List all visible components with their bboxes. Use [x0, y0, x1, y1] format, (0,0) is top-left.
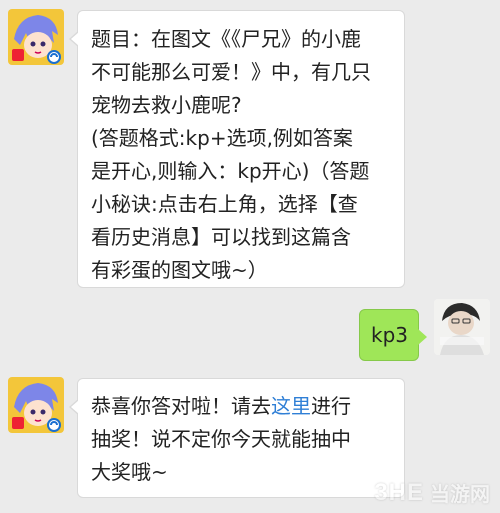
reply-text: kp3	[371, 323, 409, 347]
avatar-character-icon	[8, 9, 64, 65]
lottery-link[interactable]: 这里	[271, 394, 311, 418]
result-text: 进行	[311, 394, 351, 418]
watermark: 3HE 当游网	[374, 478, 490, 507]
user-photo-icon	[434, 299, 490, 355]
question-line: 看历史消息】可以找到这篇含	[91, 225, 351, 249]
user-avatar[interactable]	[434, 299, 490, 355]
watermark-logo: 3HE	[374, 478, 424, 506]
question-line: 是开心,则输入：kp开心)（答题	[91, 159, 370, 183]
bot-avatar[interactable]	[8, 377, 64, 433]
question-message-bubble: 题目：在图文《《尸兄》的小鹿 不可能那么可爱！》中，有几只 宠物去救小鹿呢? (…	[69, 10, 405, 288]
question-line: 题目：在图文《《尸兄》的小鹿	[91, 27, 361, 51]
avatar-character-icon	[8, 377, 64, 433]
result-line-3: 大奖哦~	[91, 460, 168, 484]
reply-message-bubble: kp3	[359, 309, 427, 361]
question-line: 宠物去救小鹿呢?	[91, 93, 242, 117]
result-message-bubble: 恭喜你答对啦！请去这里进行 抽奖！说不定你今天就能抽中 大奖哦~	[69, 378, 405, 498]
question-line: (答题格式:kp+选项,例如答案	[91, 126, 353, 150]
watermark-text: 当游网	[430, 482, 490, 506]
question-line: 不可能那么可爱！》中，有几只	[91, 60, 371, 84]
result-line-2: 抽奖！说不定你今天就能抽中	[91, 427, 351, 451]
result-text: 恭喜你答对啦！请去	[91, 394, 271, 418]
question-line: 小秘诀:点击右上角，选择【查	[91, 192, 358, 216]
question-line: 有彩蛋的图文哦~）	[91, 258, 268, 282]
bot-avatar[interactable]	[8, 9, 64, 65]
result-line-1: 恭喜你答对啦！请去这里进行	[91, 390, 394, 423]
